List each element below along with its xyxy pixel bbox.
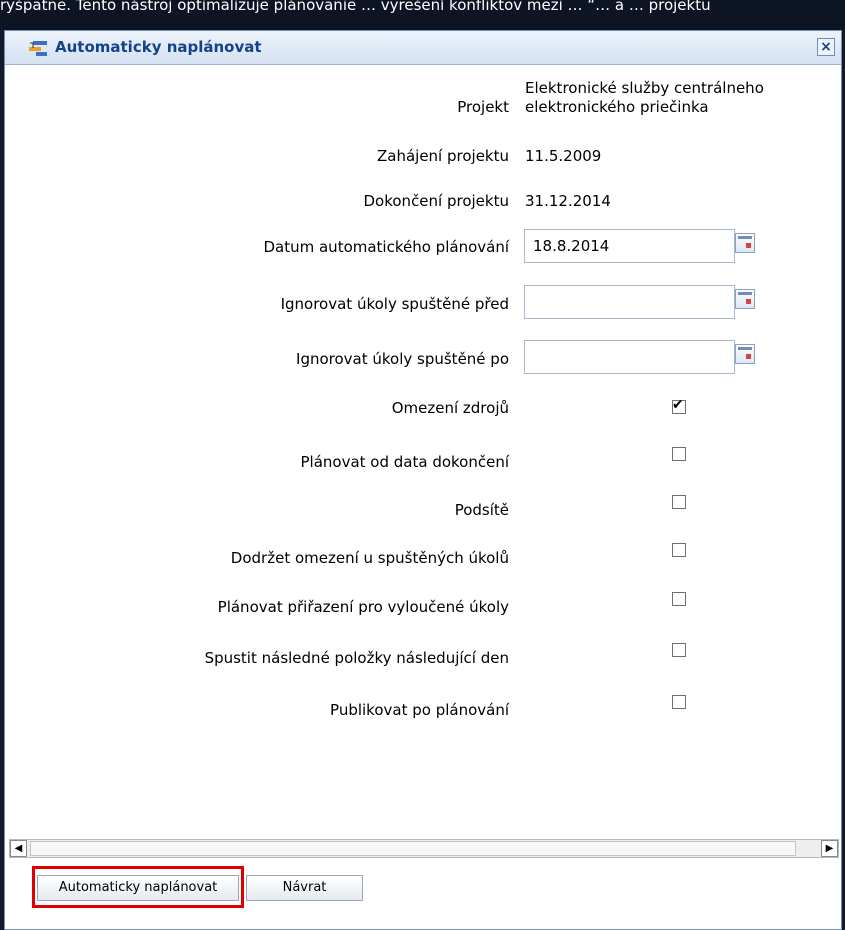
start-next-day-label: Spustit následné položky následující den bbox=[204, 649, 509, 667]
project-finish-value: 31.12.2014 bbox=[525, 192, 611, 210]
keep-constraints-checkbox[interactable] bbox=[672, 543, 686, 557]
ignore-before-calendar-button[interactable] bbox=[735, 289, 755, 309]
subnets-label: Podsítě bbox=[454, 501, 509, 519]
schedule-date-calendar-button[interactable] bbox=[735, 233, 755, 253]
ignore-after-label: Ignorovat úkoly spuštěné po bbox=[296, 350, 509, 368]
resource-limits-checkbox[interactable]: ✔ bbox=[672, 397, 686, 414]
project-value-line-1: Elektronické služby centrálneho bbox=[525, 79, 764, 97]
project-start-value: 11.5.2009 bbox=[525, 147, 602, 165]
background-window-strip: ryšpatne. Tento nástroj optimalizuje plá… bbox=[0, 0, 845, 30]
close-icon: × bbox=[820, 39, 832, 55]
ignore-before-label: Ignorovat úkoly spuštěné před bbox=[280, 295, 509, 313]
back-button[interactable]: Návrat bbox=[246, 875, 363, 901]
publish-after-label: Publikovat po plánování bbox=[330, 701, 509, 719]
publish-after-checkbox[interactable] bbox=[672, 695, 686, 709]
schedule-excluded-checkbox[interactable] bbox=[672, 592, 686, 606]
calendar-icon bbox=[738, 292, 752, 295]
gantt-icon bbox=[29, 41, 47, 56]
project-finish-label: Dokončení projektu bbox=[363, 192, 510, 210]
highlight-box bbox=[32, 866, 244, 908]
auto-schedule-dialog: Automaticky naplánovat × Projekt Elektro… bbox=[4, 30, 842, 930]
scroll-left-button[interactable]: ◀ bbox=[10, 840, 27, 857]
schedule-from-finish-label: Plánovat od data dokončení bbox=[300, 453, 509, 471]
project-start-label: Zahájení projektu bbox=[376, 147, 509, 165]
schedule-date-input[interactable] bbox=[524, 229, 735, 263]
subnets-checkbox[interactable] bbox=[672, 495, 686, 509]
calendar-icon bbox=[738, 347, 752, 350]
scroll-right-button[interactable]: ▶ bbox=[821, 840, 838, 857]
project-value: Elektronické služby centrálneho elektron… bbox=[525, 79, 764, 117]
scrollbar-thumb[interactable] bbox=[30, 841, 796, 856]
dialog-title: Automaticky naplánovat bbox=[55, 38, 262, 56]
calendar-icon bbox=[738, 236, 752, 239]
arrow-right-icon: ▶ bbox=[825, 843, 834, 854]
horizontal-scrollbar[interactable]: ◀ ▶ bbox=[9, 839, 839, 858]
schedule-excluded-label: Plánovat přiřazení pro vyloučené úkoly bbox=[217, 598, 509, 616]
ignore-after-calendar-button[interactable] bbox=[735, 344, 755, 364]
start-next-day-checkbox[interactable] bbox=[672, 643, 686, 657]
close-button[interactable]: × bbox=[817, 38, 835, 56]
project-label: Projekt bbox=[457, 98, 509, 116]
arrow-left-icon: ◀ bbox=[14, 843, 23, 854]
project-value-line-2: elektronického priečinka bbox=[525, 98, 709, 116]
check-icon: ✔ bbox=[672, 397, 684, 413]
background-text: ryšpatne. Tento nástroj optimalizuje plá… bbox=[0, 0, 711, 14]
schedule-date-label: Datum automatického plánování bbox=[263, 238, 509, 256]
schedule-from-finish-checkbox[interactable] bbox=[672, 447, 686, 461]
dialog-titlebar: Automaticky naplánovat × bbox=[5, 31, 841, 65]
ignore-after-input[interactable] bbox=[524, 340, 735, 374]
ignore-before-input[interactable] bbox=[524, 285, 735, 319]
resource-limits-label: Omezení zdrojů bbox=[391, 399, 509, 417]
keep-constraints-label: Dodržet omezení u spuštěných úkolů bbox=[230, 549, 509, 567]
